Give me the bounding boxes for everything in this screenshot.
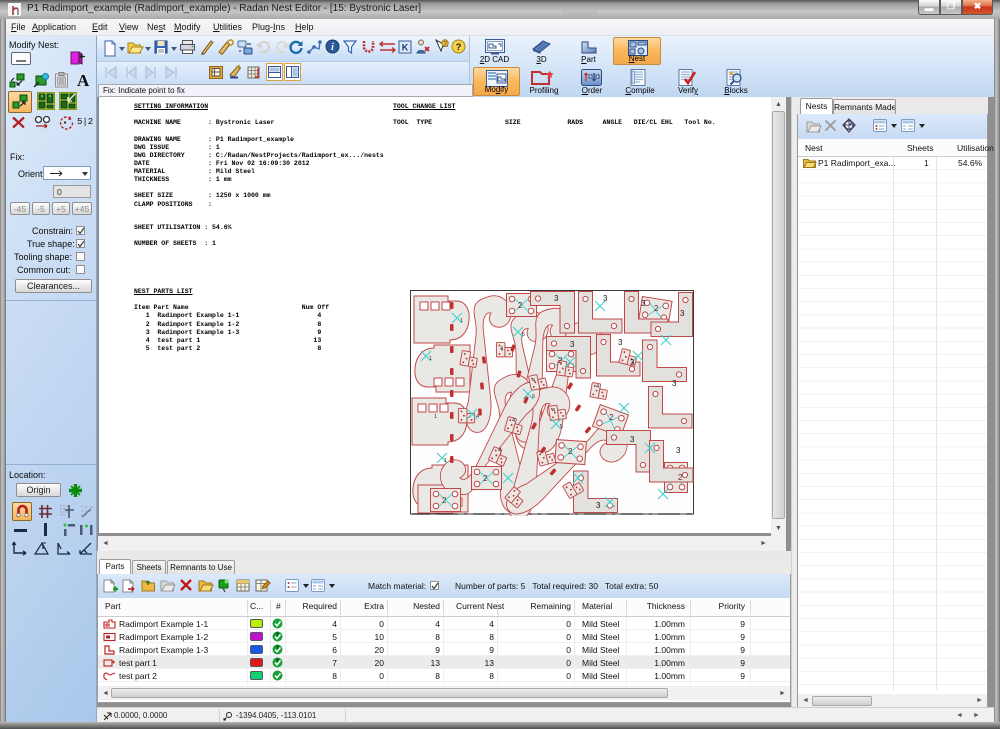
svg-text:3: 3 — [570, 340, 575, 349]
svg-text:1: 1 — [444, 458, 447, 464]
svg-text:4: 4 — [500, 346, 503, 352]
svg-text:3: 3 — [596, 501, 601, 510]
svg-text:2: 2 — [568, 447, 573, 456]
svg-text:K: K — [402, 43, 409, 53]
svg-text:2: 2 — [678, 473, 683, 482]
svg-text:?: ? — [443, 41, 447, 48]
svg-text:5: 5 — [522, 332, 525, 338]
svg-text:3: 3 — [680, 309, 685, 318]
svg-text:2: 2 — [483, 474, 488, 483]
svg-text:6: 6 — [532, 394, 535, 400]
svg-text:4: 4 — [476, 414, 479, 420]
svg-text:4: 4 — [532, 378, 535, 384]
svg-text:3: 3 — [641, 299, 646, 308]
svg-text:i: i — [331, 42, 334, 53]
svg-text:2: 2 — [442, 496, 447, 505]
svg-text:2: 2 — [558, 356, 563, 365]
svg-text:2: 2 — [518, 301, 523, 310]
svg-text:?: ? — [456, 42, 462, 53]
svg-text:3: 3 — [603, 294, 608, 303]
svg-text:3: 3 — [630, 358, 635, 367]
svg-text:3: 3 — [618, 338, 623, 347]
svg-text:4: 4 — [498, 448, 501, 454]
svg-text:5: 5 — [560, 424, 563, 430]
svg-text:1: 1 — [429, 356, 432, 362]
svg-text:3: 3 — [554, 294, 559, 303]
svg-text:1: 1 — [434, 414, 437, 420]
svg-text:4: 4 — [552, 408, 555, 414]
svg-text:2: 2 — [609, 413, 614, 422]
svg-text:3: 3 — [676, 446, 681, 455]
svg-text:1: 1 — [460, 318, 463, 324]
svg-text:2: 2 — [654, 304, 659, 313]
svg-text:4: 4 — [596, 384, 599, 390]
svg-text:4: 4 — [512, 418, 515, 424]
svg-text:3: 3 — [672, 379, 677, 388]
svg-text:3: 3 — [630, 435, 635, 444]
